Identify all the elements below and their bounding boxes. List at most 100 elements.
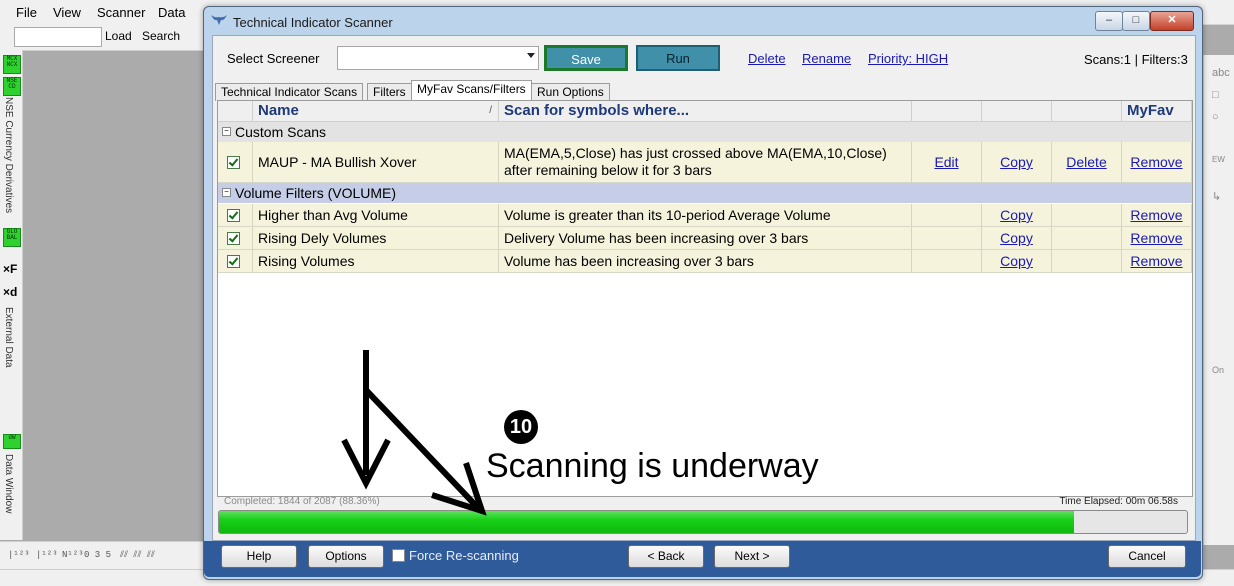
grid-header: Name / Scan for symbols where... MyFav — [218, 101, 1192, 122]
row-checkbox[interactable] — [227, 208, 240, 222]
tab-technical-indicator-scans[interactable]: Technical Indicator Scans — [215, 83, 364, 101]
load-button[interactable]: Load — [105, 29, 132, 43]
next-button[interactable]: Next > — [714, 545, 790, 568]
row-checkbox[interactable] — [227, 254, 240, 268]
run-button[interactable]: Run — [636, 45, 720, 71]
arrow-tool-icon[interactable]: ↳ — [1212, 190, 1221, 203]
row-checkbox-cell — [218, 142, 253, 182]
priority-link[interactable]: Priority: HIGH — [868, 51, 948, 66]
table-row[interactable]: MAUP - MA Bullish Xover MA(EMA,5,Close) … — [218, 142, 1192, 183]
minimize-button[interactable]: – — [1095, 11, 1123, 31]
tool-icon-2[interactable]: |¹²³ — [36, 550, 58, 560]
mcx-ncx-tag[interactable]: MCX NCX — [3, 55, 21, 74]
delete-row-link[interactable]: Delete — [1052, 142, 1122, 182]
table-row[interactable]: Rising Dely Volumes Delivery Volume has … — [218, 227, 1192, 250]
close-button[interactable]: ✕ — [1150, 11, 1194, 31]
collapse-icon[interactable]: − — [222, 127, 231, 136]
tool-icon-1[interactable]: |¹²³ — [8, 550, 30, 560]
left-side-panel: MCX NCX NSE CD NSE Currency Derivatives … — [0, 50, 23, 540]
delete-column-header — [1052, 101, 1122, 121]
dialog-title: Technical Indicator Scanner — [233, 15, 393, 30]
sort-indicator-icon: / — [489, 105, 492, 116]
delete-row-link — [1052, 227, 1122, 249]
scan-column-header[interactable]: Scan for symbols where... — [499, 101, 912, 121]
external-data-label[interactable]: External Data — [3, 307, 14, 368]
text-tool-icon[interactable]: abc — [1212, 67, 1230, 79]
save-button[interactable]: Save — [544, 45, 628, 71]
delete-link[interactable]: Delete — [748, 51, 786, 66]
dialog-footer: Help Options Force Re-scanning < Back Ne… — [204, 541, 1201, 577]
chevron-down-icon — [527, 53, 535, 58]
tool-icon-4[interactable]: 0 3 5 — [84, 550, 111, 560]
row-description: Volume has been increasing over 3 bars — [499, 250, 912, 272]
back-button[interactable]: < Back — [628, 545, 704, 568]
force-rescanning-checkbox[interactable] — [392, 549, 405, 562]
external-fund-icon[interactable]: ×F — [3, 262, 17, 276]
name-column-header[interactable]: Name / — [253, 101, 499, 121]
data-window-label[interactable]: Data Window — [3, 454, 14, 513]
table-row[interactable]: Rising Volumes Volume has been increasin… — [218, 250, 1192, 273]
menu-scanner[interactable]: Scanner — [97, 5, 145, 20]
maximize-button[interactable]: □ — [1122, 11, 1150, 31]
global-tag[interactable]: GLO BAL — [3, 228, 21, 247]
on-toggle[interactable]: On — [1212, 365, 1224, 375]
copy-link[interactable]: Copy — [982, 204, 1052, 226]
row-name: Rising Dely Volumes — [253, 227, 499, 249]
row-description: MA(EMA,5,Close) has just crossed above M… — [499, 142, 912, 182]
data-window-tag[interactable]: dW — [3, 434, 21, 449]
remove-link[interactable]: Remove — [1122, 250, 1192, 272]
row-name: Rising Volumes — [253, 250, 499, 272]
checkbox-column-header — [218, 101, 253, 121]
row-checkbox[interactable] — [227, 155, 240, 169]
copy-link[interactable]: Copy — [982, 227, 1052, 249]
select-screener-label: Select Screener — [227, 51, 320, 66]
force-rescanning-label: Force Re-scanning — [409, 548, 519, 563]
copy-link[interactable]: Copy — [982, 250, 1052, 272]
row-checkbox[interactable] — [227, 231, 240, 245]
tab-myfav-scans-filters[interactable]: MyFav Scans/Filters — [411, 80, 532, 102]
row-name: MAUP - MA Bullish Xover — [253, 142, 499, 182]
myfav-column-header[interactable]: MyFav — [1122, 101, 1192, 121]
remove-link[interactable]: Remove — [1122, 142, 1192, 182]
menu-file[interactable]: File — [16, 5, 37, 20]
delete-row-link — [1052, 204, 1122, 226]
rectangle-tool-icon[interactable]: □ — [1212, 89, 1219, 101]
remove-link[interactable]: Remove — [1122, 227, 1192, 249]
tab-run-options[interactable]: Run Options — [531, 83, 610, 101]
edit-link — [912, 250, 982, 272]
dialog-titlebar[interactable]: Technical Indicator Scanner – □ ✕ — [204, 7, 1202, 35]
group-volume-filters[interactable]: − Volume Filters (VOLUME) — [218, 183, 1192, 203]
table-row[interactable]: Higher than Avg Volume Volume is greater… — [218, 204, 1192, 227]
rename-link[interactable]: Rename — [802, 51, 851, 66]
tool-icon-3[interactable]: N¹²³ — [62, 550, 84, 560]
ellipse-tool-icon[interactable]: ○ — [1212, 111, 1219, 123]
edit-column-header — [912, 101, 982, 121]
copy-column-header — [982, 101, 1052, 121]
nse-currency-derivatives-label[interactable]: NSE Currency Derivatives — [3, 97, 14, 213]
screener-select[interactable] — [337, 46, 539, 70]
search-button[interactable]: Search — [142, 29, 180, 43]
drawing-tools-panel: abc □ ○ EW ↳ On — [1203, 55, 1234, 545]
app-toolbar: Load Search — [0, 24, 205, 51]
tool-icon-5[interactable]: ⫽⫽ ⫽⫽ ⫽⫽ — [120, 550, 155, 560]
help-button[interactable]: Help — [221, 545, 297, 568]
remove-link[interactable]: Remove — [1122, 204, 1192, 226]
row-checkbox-cell — [218, 227, 253, 249]
scan-counts: Scans:1 | Filters:3 — [1084, 52, 1188, 67]
row-name: Higher than Avg Volume — [253, 204, 499, 226]
tab-filters[interactable]: Filters — [367, 83, 412, 101]
elliott-wave-tool-icon[interactable]: EW — [1212, 155, 1225, 164]
edit-link[interactable]: Edit — [912, 142, 982, 182]
copy-link[interactable]: Copy — [982, 142, 1052, 182]
row-checkbox-cell — [218, 204, 253, 226]
nse-cd-tag[interactable]: NSE CD — [3, 77, 21, 96]
cancel-button[interactable]: Cancel — [1108, 545, 1186, 568]
symbol-search-input[interactable] — [14, 27, 102, 47]
external-data-icon[interactable]: ×d — [3, 285, 17, 299]
menu-data[interactable]: Data — [158, 5, 185, 20]
collapse-icon[interactable]: − — [222, 188, 231, 197]
group-title: Volume Filters (VOLUME) — [235, 185, 397, 201]
options-button[interactable]: Options — [308, 545, 384, 568]
group-custom-scans[interactable]: − Custom Scans — [218, 122, 1192, 142]
menu-view[interactable]: View — [53, 5, 81, 20]
